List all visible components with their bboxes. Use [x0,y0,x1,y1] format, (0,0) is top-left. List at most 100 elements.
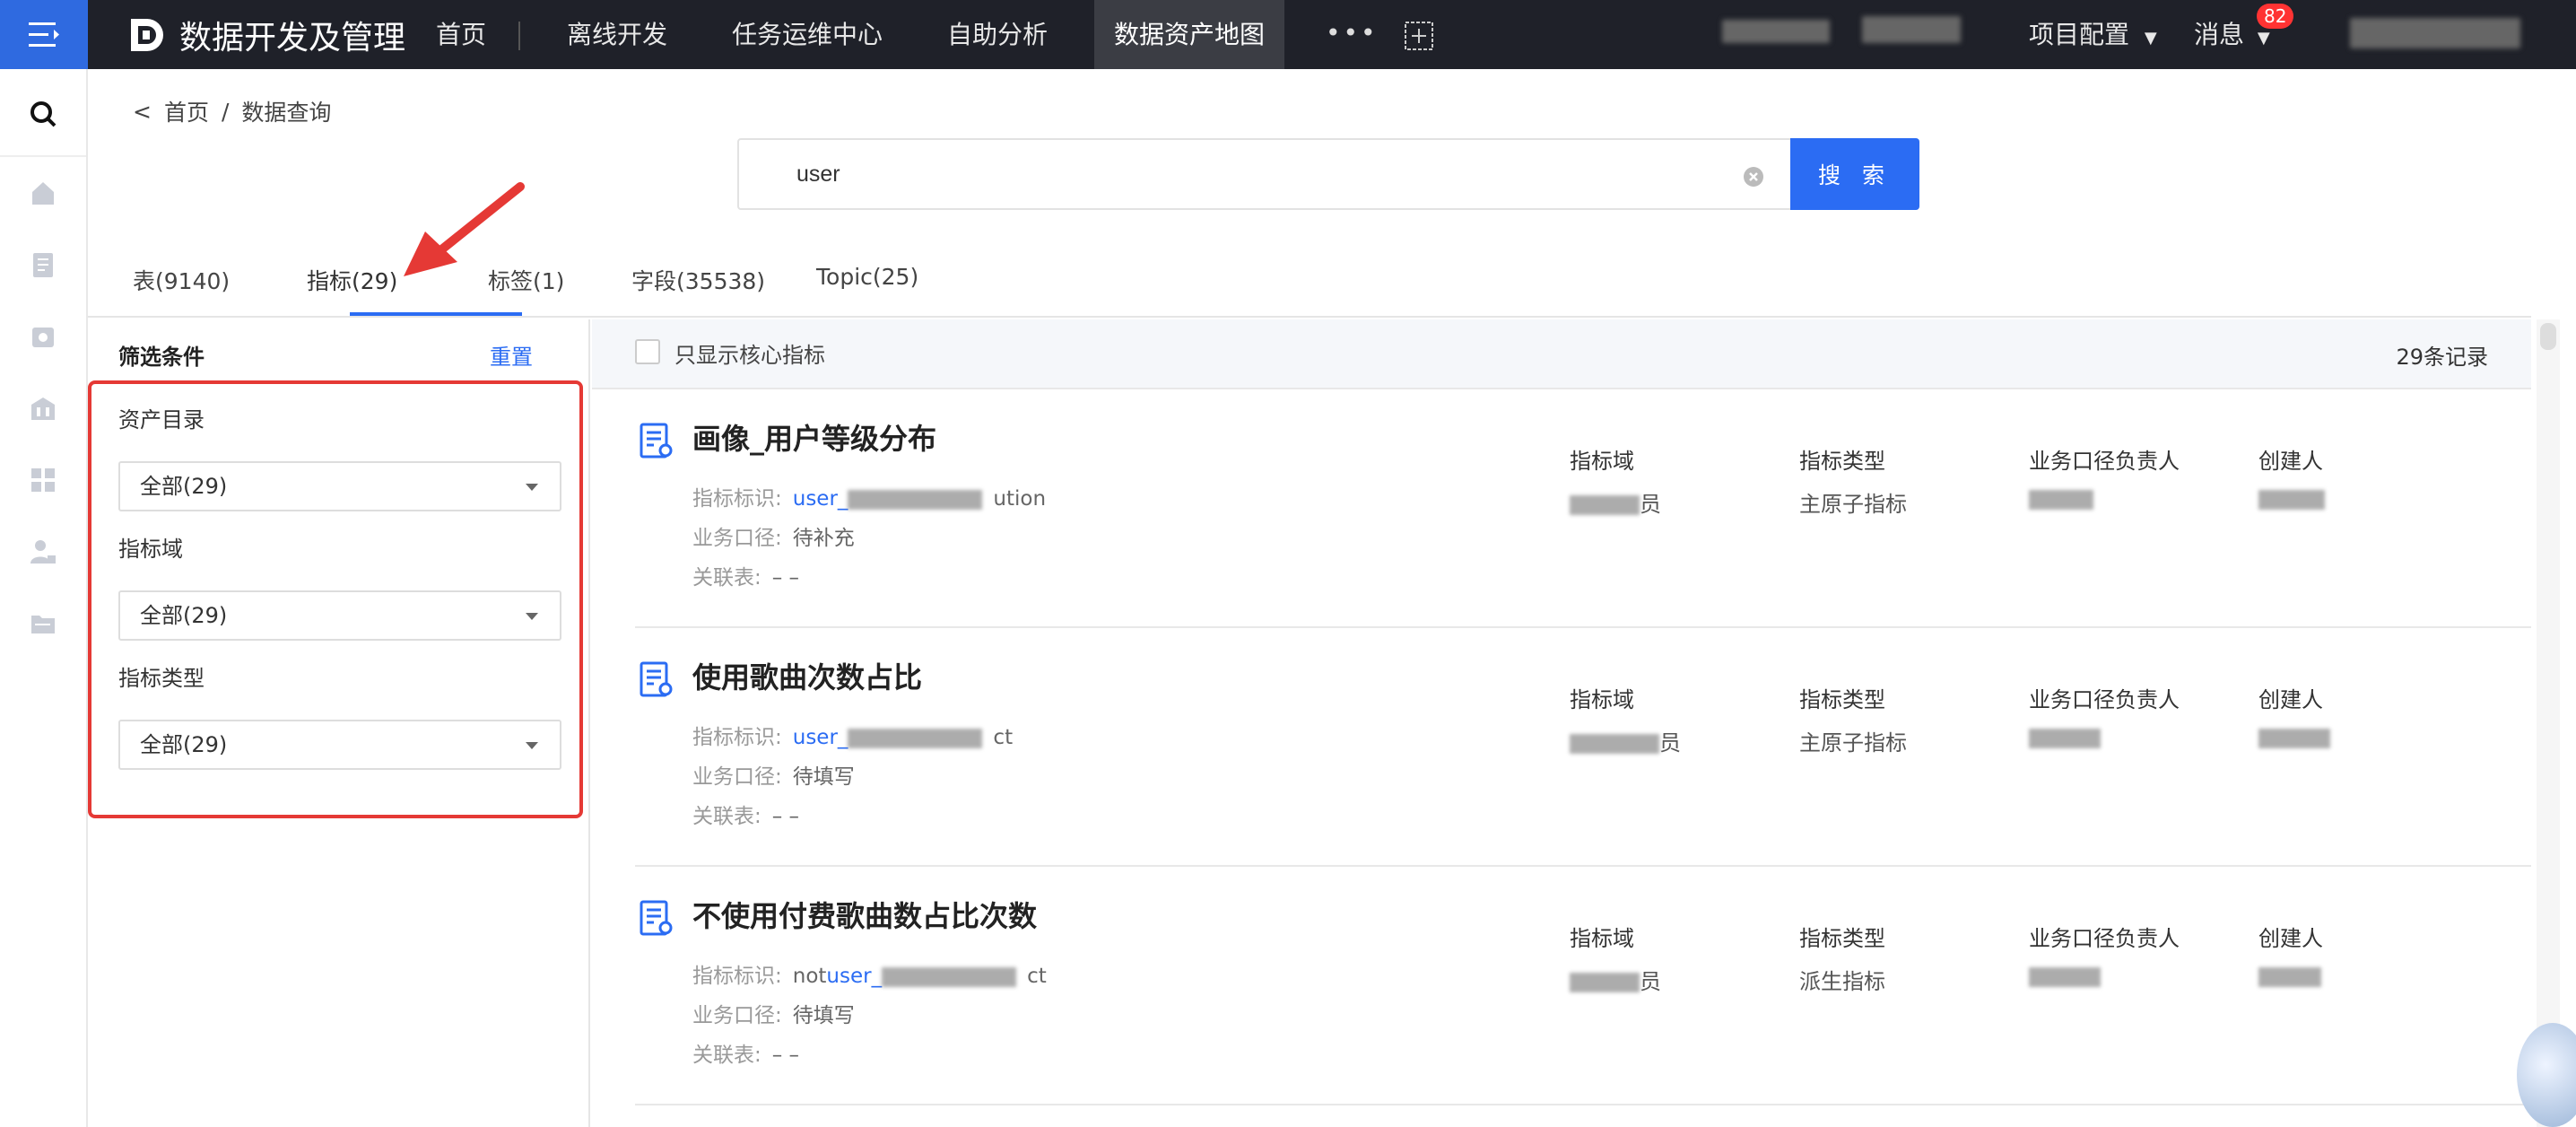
back-chevron-icon[interactable]: < [133,99,152,125]
clear-icon[interactable] [1742,165,1765,188]
chevron-down-icon: ▼ [2257,29,2270,48]
search-button[interactable]: 搜 索 [1790,138,1919,210]
result-card[interactable]: 不使用付费歌曲数占比次数 指标标识: notuser_ ct 业务口径: 待填写 关联… [635,867,2531,1105]
messages-label: 消息 [2194,20,2245,49]
redacted-user[interactable] [2350,18,2520,48]
catalog-select[interactable]: 全部(29) [118,461,561,511]
nav-offline-dev[interactable]: 离线开发 [567,0,667,69]
metric-id-link[interactable]: user_ [793,726,849,749]
tab-tables[interactable]: 表(9140) [133,264,230,296]
scrollbar[interactable] [2537,319,2560,1127]
sidebar-storage[interactable] [25,319,61,354]
project-config-menu[interactable]: 项目配置 ▼ [2029,0,2157,69]
metric-owner [2029,486,2093,511]
tab-metrics[interactable]: 指标(29) [307,264,397,296]
nav-self-analysis[interactable]: 自助分析 [947,0,1048,69]
related-table-value: – – [771,1044,800,1067]
tab-fields[interactable]: 字段(35538) [631,264,765,296]
col-header-creator: 创建人 [2258,687,2323,712]
metric-id-suffix: ct [1027,965,1047,988]
nav-task-ops[interactable]: 任务运维中心 [732,0,883,69]
metric-caliber-row: 业务口径: 待填写 [692,759,855,790]
metric-type: 派生指标 [1799,969,1885,994]
chevron-down-icon: ▼ [2144,29,2157,48]
metric-domain: 员 [1570,725,1681,756]
left-sidebar [0,69,88,1127]
filter-panel: 筛选条件 重置 资产目录 全部(29) 指标域 全部(29) 指标类型 全部(2… [88,319,590,1127]
metric-owner [2029,964,2101,989]
breadcrumb-home[interactable]: 首页 [164,95,209,127]
redacted-text [1570,495,1640,515]
type-select[interactable]: 全部(29) [118,720,561,770]
col-header-type: 指标类型 [1799,687,1885,712]
add-window-icon[interactable] [1405,22,1433,50]
metric-id-label: 指标标识: [692,726,782,749]
home-icon [32,182,54,205]
redacted-text [882,966,1017,987]
sidebar-docs[interactable] [25,247,61,283]
only-core-label[interactable]: 只显示核心指标 [674,337,825,369]
redacted-text [2258,967,2321,987]
col-header-owner: 业务口径负责人 [2029,926,2180,951]
logo-icon [131,19,163,51]
col-header-type: 指标类型 [1799,449,1885,474]
caliber-value: 待补充 [792,527,855,550]
caliber-value: 待填写 [792,1004,855,1027]
domain-select[interactable]: 全部(29) [118,590,561,641]
app-logo[interactable]: 数据开发及管理 [127,13,405,57]
col-header-owner: 业务口径负责人 [2029,687,2180,712]
nav-divider [518,22,520,50]
scrollbar-thumb[interactable] [2540,323,2556,350]
sidebar-folder[interactable] [25,606,61,642]
document-icon [33,253,53,277]
caliber-label: 业务口径: [692,1004,782,1027]
message-count-badge: 82 [2257,4,2294,29]
metric-type: 主原子指标 [1799,492,1907,517]
box-icon [32,328,54,347]
search-bar: 搜 索 [737,138,1919,210]
sidebar-building[interactable] [25,390,61,426]
metric-title[interactable]: 画像_用户等级分布 [692,416,936,458]
reset-button[interactable]: 重置 [490,339,533,371]
sidebar-search[interactable] [25,96,61,132]
nav-home[interactable]: 首页 [436,0,486,69]
related-table-value: – – [771,805,800,828]
filter-title: 筛选条件 [118,345,205,370]
user-icon [30,540,56,564]
metric-id-row: 指标标识: notuser_ ct [692,958,1047,989]
metric-id-prefix: not [792,965,827,988]
more-nav-button[interactable]: ••• [1326,18,1379,48]
assistant-avatar[interactable] [2517,1023,2576,1127]
sidebar-divider [0,155,86,157]
sidebar-home[interactable] [25,175,61,211]
annotation-arrow [404,182,525,276]
caret-down-icon [526,484,538,491]
redacted-text [2258,490,2325,510]
sidebar-users[interactable] [25,534,61,570]
related-table-label: 关联表: [692,1044,761,1067]
only-core-checkbox[interactable] [635,339,660,364]
search-input[interactable] [739,140,1790,208]
sidebar-apps[interactable] [25,462,61,498]
project-config-label: 项目配置 [2029,20,2130,49]
redacted-project[interactable] [1862,16,1961,43]
metric-doc-icon [640,900,673,936]
metric-id-link[interactable]: user_ [826,965,882,988]
result-card[interactable]: 使用歌曲次数占比 指标标识: user_ ct 业务口径: 待填写 关联表: – – 指… [635,628,2531,867]
domain-suffix: 员 [1659,730,1681,756]
metric-title[interactable]: 使用歌曲次数占比 [692,655,922,696]
metric-id-suffix: ution [993,487,1047,511]
metric-type: 主原子指标 [1799,730,1907,756]
result-card[interactable]: 画像_用户等级分布 指标标识: user_ ution 业务口径: 待补充 关联表: –… [635,389,2531,628]
nav-data-asset-map[interactable]: 数据资产地图 [1094,0,1285,69]
metric-title[interactable]: 不使用付费歌曲数占比次数 [692,894,1037,935]
tab-topic[interactable]: Topic(25) [816,264,918,290]
breadcrumb-separator: / [221,98,230,125]
menu-toggle-button[interactable] [0,0,88,69]
breadcrumb: < 首页 / 数据查询 [133,95,331,127]
active-tab-indicator [350,312,522,316]
metric-id-suffix: ct [993,726,1014,749]
filter-label-catalog: 资产目录 [118,407,205,432]
metric-id-link[interactable]: user_ [793,487,849,511]
caret-down-icon [526,613,538,620]
